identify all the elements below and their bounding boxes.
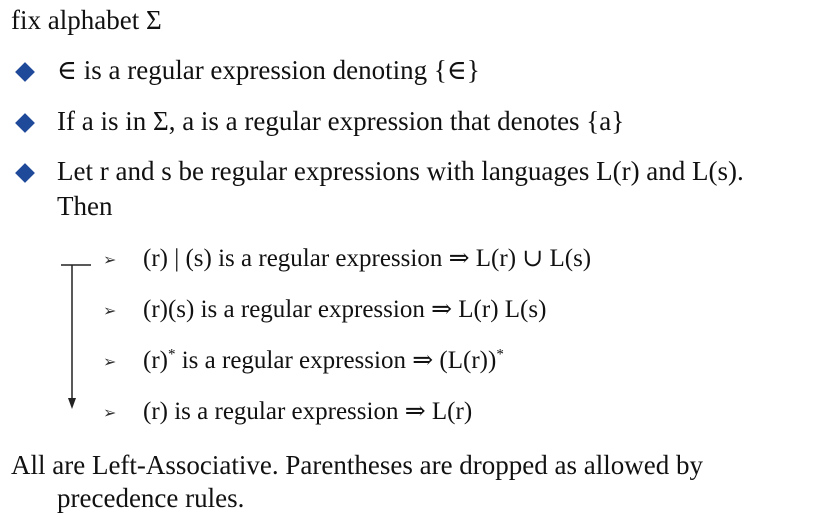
rule-3-mid: is a regular expression ⇒ (L(r)) — [175, 347, 497, 374]
diamond-bullet-icon — [15, 163, 35, 183]
footer-line-2: precedence rules. — [57, 483, 245, 513]
bullet-3-line-1: Let r and s be regular expressions with … — [57, 156, 744, 186]
arrowhead-bullet-icon: ➢ — [103, 352, 117, 371]
arrowhead-bullet-icon: ➢ — [103, 250, 117, 269]
arrowhead-bullet-icon: ➢ — [103, 301, 117, 320]
bullet-3-line-2: Then — [57, 191, 113, 221]
bullet-1-text: ∈ is a regular expression denoting {∈} — [57, 55, 480, 85]
diamond-bullet-icon — [15, 62, 35, 82]
rule-3-text: (r)* is a regular expression ⇒ (L(r))* — [143, 346, 504, 376]
footer-line-1: All are Left-Associative. Parentheses ar… — [11, 450, 703, 480]
down-arrow-icon — [61, 264, 91, 409]
bullet-2-text: If a is in Σ, a is a regular expression … — [57, 106, 625, 136]
rule-1-text: (r) | (s) is a regular expression ⇒ L(r)… — [143, 245, 592, 272]
rule-2-text: (r)(s) is a regular expression ⇒ L(r) L(… — [143, 296, 547, 323]
heading: fix alphabet Σ — [11, 5, 162, 35]
rule-3-star-2: * — [496, 346, 504, 363]
rule-4-text: (r) is a regular expression ⇒ L(r) — [143, 398, 473, 425]
rule-3-pre: (r) — [143, 347, 168, 374]
diamond-bullet-icon — [15, 113, 35, 133]
arrowhead-bullet-icon: ➢ — [103, 403, 117, 422]
